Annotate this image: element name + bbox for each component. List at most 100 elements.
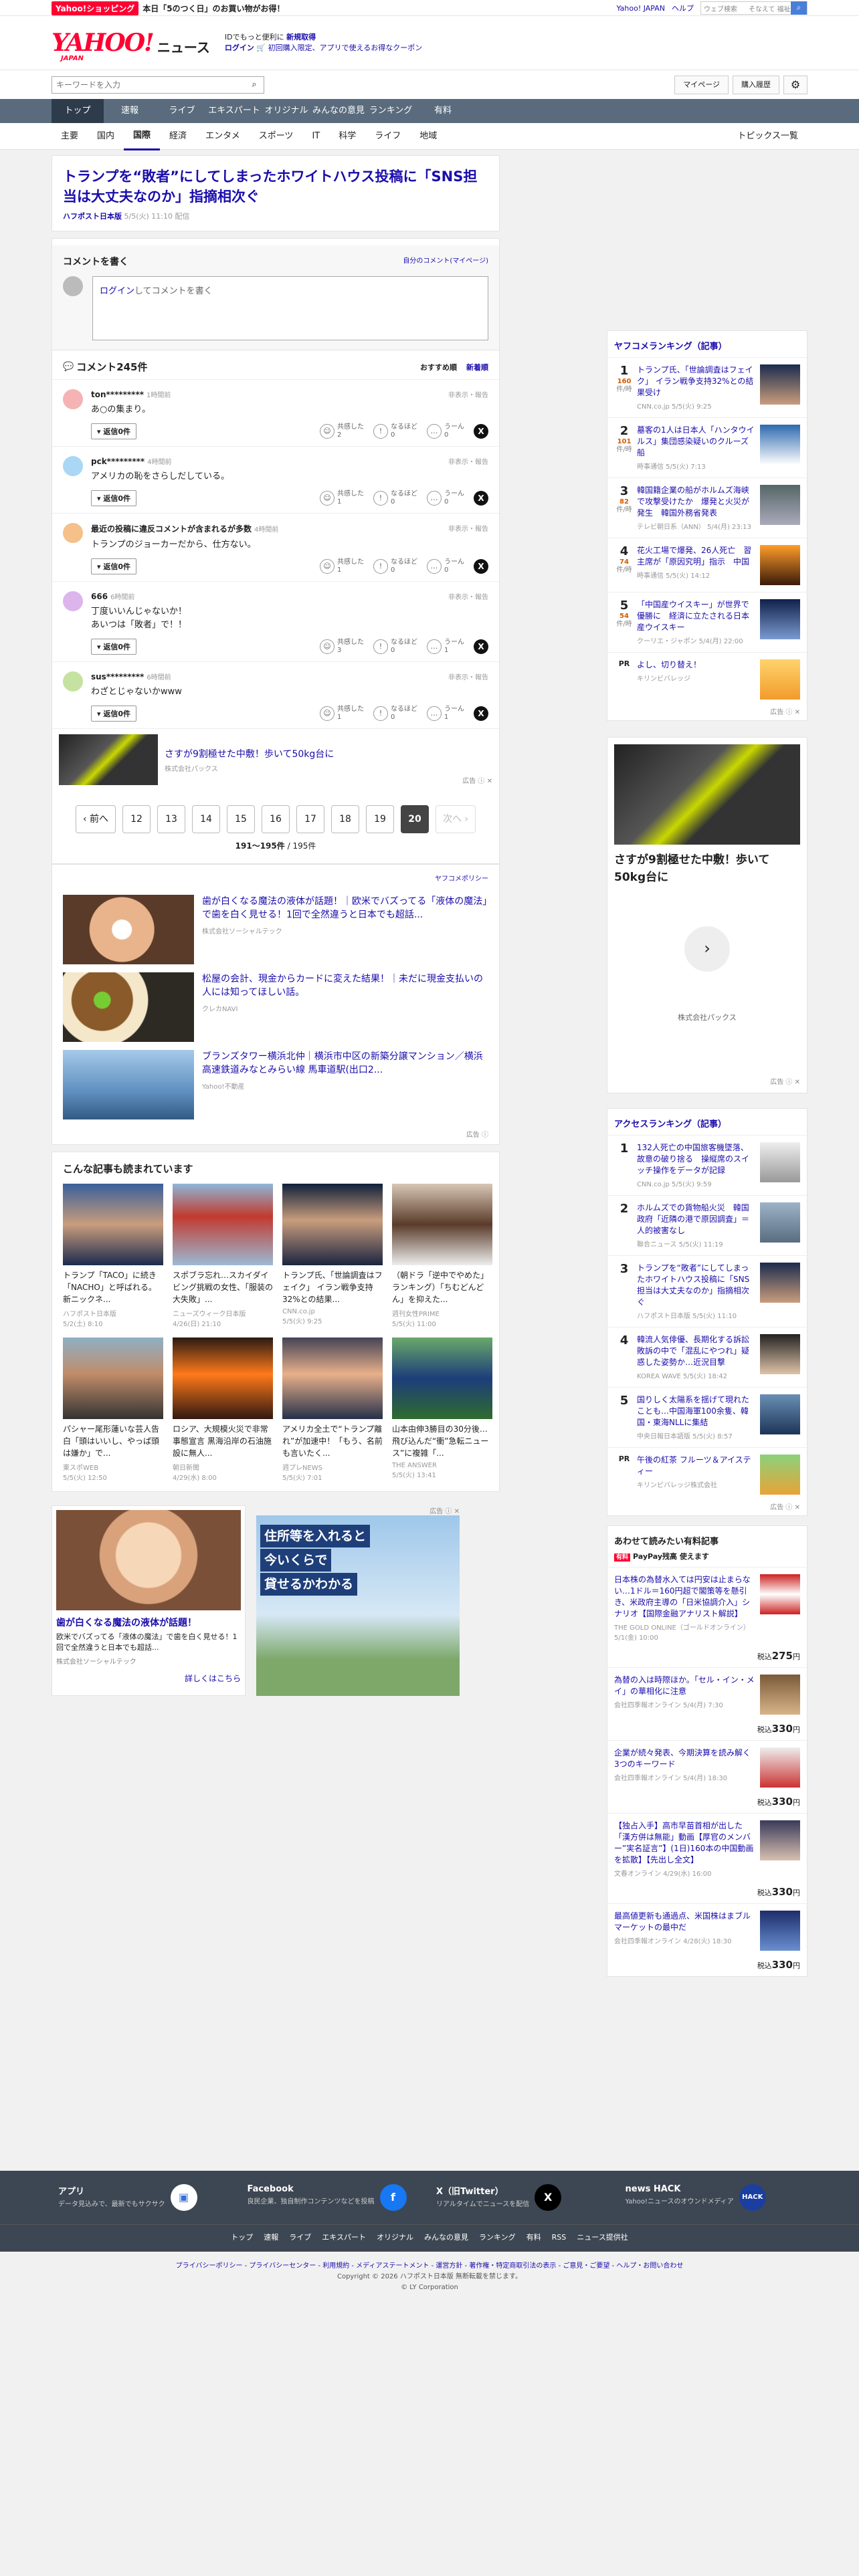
- ad-strip[interactable]: さすが9割極せた中敷！歩いて50kg台に 株式会社パックス 広告 ⓘ ✕: [52, 728, 499, 790]
- related-item[interactable]: 山本由伸3勝目の30分後…飛び込んだ“衝”急転ニュース”に複雑「... THE A…: [392, 1337, 492, 1482]
- footer-col-title[interactable]: X（旧Twitter）: [436, 2184, 529, 2197]
- subnav-item-3[interactable]: 経済: [160, 124, 196, 149]
- real-estate-ad[interactable]: 住所等を入れると 今いくらで 貸せるかわかる: [256, 1515, 460, 1696]
- subnav-item-7[interactable]: 科学: [329, 124, 365, 149]
- nav-item-3[interactable]: エキスパート: [208, 99, 260, 123]
- ranking-title[interactable]: 墓客の1人は日本人「ハンタウイルス」集団感染疑いのクルーズ船: [637, 425, 755, 459]
- related-title[interactable]: アメリカ全土で“トランプ離れ”が加速中！「もう、名前も言いたく...: [282, 1423, 383, 1459]
- comment-user[interactable]: sus********* 6時間前: [91, 671, 488, 681]
- ranking-image[interactable]: [760, 545, 800, 585]
- subnav-item-4[interactable]: エンタメ: [196, 124, 250, 149]
- access-image[interactable]: [760, 1394, 800, 1434]
- ranking-image[interactable]: [760, 364, 800, 405]
- ranking-item[interactable]: 3 82 件/時 韓国籍企業の船がホルムズ海峡で攻撃受けたか 爆発と火災が発生 韓国外…: [607, 477, 807, 538]
- ranking-item[interactable]: 1 160 件/時 トランプ氏、「世論調査はフェイク」 イラン戦争支持32%との結果受…: [607, 357, 807, 417]
- nav-item-2[interactable]: ライブ: [156, 99, 208, 123]
- related-image[interactable]: [173, 1184, 273, 1265]
- access-item[interactable]: 2 ホルムズでの貨物船火災 韓国政府「近隣の港で原因調査」＝人的被害なし 聯合ニュー…: [607, 1195, 807, 1255]
- related-image[interactable]: [173, 1337, 273, 1419]
- avatar[interactable]: [63, 523, 83, 543]
- footer-col-title[interactable]: Facebook: [248, 2184, 375, 2194]
- footer-col[interactable]: Facebook 良民企業、独自制作コンテンツなどを投稿 f: [241, 2184, 430, 2211]
- related-title[interactable]: ロシア、大規模火災で非常事態宣言 黒海沿岸の石油施設に無人...: [173, 1423, 273, 1459]
- x-share-icon[interactable]: X: [474, 559, 488, 574]
- paid-image[interactable]: [760, 1911, 800, 1951]
- article-title[interactable]: トランプを“敗者”にしてしまったホワイトハウス投稿に「SNS担当は大丈夫なのか」…: [63, 167, 488, 207]
- mypage-button[interactable]: マイページ: [674, 76, 729, 94]
- access-item[interactable]: 5 国りしく太陽系を揺げて現れたことも…中国海軍100余隻、韓国・東海NLLに集結…: [607, 1387, 807, 1447]
- subnav-item-6[interactable]: IT: [302, 124, 329, 149]
- related-image[interactable]: [63, 1184, 163, 1265]
- footer-nav-item[interactable]: ニュース提供社: [577, 2233, 628, 2242]
- ad-image[interactable]: [614, 744, 800, 845]
- pr-title[interactable]: 午後の紅茶 フルーツ＆アイスティー: [637, 1455, 755, 1477]
- footer-nav-item[interactable]: ライブ: [289, 2233, 311, 2242]
- paid-image[interactable]: [760, 1675, 800, 1715]
- kyokan-button[interactable]: ☺ 共感した 1: [320, 706, 364, 722]
- bottom-ad-a[interactable]: 歯が白くなる魔法の液体が話題！ 欧米でバズってる「液体の魔法」で歯を白く見せる！…: [52, 1505, 246, 1696]
- ad-image[interactable]: [63, 972, 194, 1042]
- footer-col-title[interactable]: news HACK: [626, 2184, 734, 2194]
- gear-icon[interactable]: ⚙: [783, 76, 807, 94]
- paid-title[interactable]: 最高値更新も通過点、米国株はまブルマーケットの最中だ: [614, 1911, 755, 1933]
- related-title[interactable]: 山本由伸3勝目の30分後…飛び込んだ“衝”急転ニュース”に複雑「...: [392, 1423, 492, 1459]
- related-item[interactable]: トランプ氏、「世論調査はフェイク」 イラン戦争支持32%との結果... CNN.c…: [282, 1184, 383, 1328]
- ad-row[interactable]: ブランズタワー横浜北仲｜横浜市中区の新築分譲マンション／横浜高速鉄道みなとみらい…: [52, 1046, 499, 1123]
- report-link[interactable]: 非表示・報告: [448, 456, 488, 466]
- avatar[interactable]: [63, 671, 83, 691]
- comment-user[interactable]: pck********* 4時間前: [91, 456, 488, 466]
- yahoo-japan-link[interactable]: Yahoo! JAPAN: [616, 4, 665, 13]
- related-title[interactable]: スポブラ忘れ…スカイダイビング挑戦の女性、「服装の大失敗」...: [173, 1269, 273, 1305]
- naruhodo-button[interactable]: ! なるほど 0: [373, 490, 417, 506]
- paid-title[interactable]: 【独占入手】高市早苗首相が出した「漢方併は無能」動画【厚官のメンバー”実名証言”…: [614, 1820, 755, 1866]
- subnav-item-8[interactable]: ライフ: [365, 124, 410, 149]
- related-item[interactable]: ロシア、大規模火災で非常事態宣言 黒海沿岸の石油施設に無人... 朝日新聞 4/29…: [173, 1337, 273, 1482]
- access-item[interactable]: 3 トランプを“敗者”にしてしまったホワイトハウス投稿に「SNS担当は大丈夫なのか…: [607, 1255, 807, 1327]
- search-icon[interactable]: ⌕: [245, 77, 264, 93]
- policy-link[interactable]: ヤフコメポリシー: [52, 865, 499, 891]
- footer-icon[interactable]: f: [379, 2184, 407, 2211]
- sort-newest[interactable]: 新着順: [466, 362, 488, 372]
- ad-row[interactable]: 松屋の会計、現金からカードに変えた結果！｜未だに現金支払いの人には知ってほしい話…: [52, 968, 499, 1046]
- help-link[interactable]: ヘルプ: [672, 3, 694, 13]
- related-item[interactable]: （朝ドラ「逆中でやめた」ランキング）「ちむどんどん」を抑えた... 週刊女性PRI…: [392, 1184, 492, 1328]
- ad-title[interactable]: 歯が白くなる魔法の液体が話題！: [56, 1616, 241, 1629]
- comment-user[interactable]: 666 6時間前: [91, 591, 488, 601]
- ranking-image[interactable]: [760, 425, 800, 465]
- access-title[interactable]: 132人死亡の中国旅客機墜落、故意の破り捨る 操縦席のスイッチ操作をデータが記録: [637, 1142, 755, 1176]
- comment-user[interactable]: ton********* 1時間前: [91, 389, 488, 399]
- login-link[interactable]: ログイン: [225, 43, 254, 52]
- pr-image[interactable]: [760, 1455, 800, 1495]
- side-ad[interactable]: さすが9割極せた中敷！歩いて50kg台に › 株式会社パックス 広告 ⓘ ✕: [607, 737, 807, 1093]
- promo-text[interactable]: 本日「5のつく日」のお買い物がお得！: [142, 3, 284, 14]
- ranking-item[interactable]: 5 54 件/時 「中国産ウイスキー」が世界で優勝に 経済に立たされる日本産ウイスキー…: [607, 592, 807, 652]
- shopping-badge[interactable]: Yahoo!ショッピング: [52, 1, 139, 15]
- ranking-image[interactable]: [760, 599, 800, 639]
- related-item[interactable]: スポブラ忘れ…スカイダイビング挑戦の女性、「服装の大失敗」... ニューズウィーク…: [173, 1184, 273, 1328]
- nav-item-0[interactable]: トップ: [52, 99, 104, 123]
- related-title[interactable]: パシャー尾形蓮いな芸人告白「頭はいいし、やっぱ頭は嫌か」で...: [63, 1423, 163, 1459]
- related-image[interactable]: [392, 1184, 492, 1265]
- naruhodo-button[interactable]: ! なるほど 0: [373, 423, 417, 439]
- page-button[interactable]: 18: [331, 805, 359, 833]
- access-item[interactable]: 4 韓流人気俳優、長期化する訴訟敗訴の中で「混乱にやつれ」疑惑した姿勢か…近況目撃…: [607, 1327, 807, 1387]
- uun-button[interactable]: … うーん 1: [427, 706, 464, 722]
- report-link[interactable]: 非表示・報告: [448, 671, 488, 681]
- ad-title[interactable]: 歯が白くなる魔法の液体が話題！｜欧米でバズってる「液体の魔法」で歯を白く見せる！…: [202, 895, 488, 922]
- coupon-link[interactable]: 初回購入限定、アプリで使えるお得なクーポン: [268, 43, 423, 52]
- topics-link[interactable]: トピックス一覧: [728, 124, 807, 149]
- search-icon[interactable]: ⌕: [791, 1, 807, 15]
- footer-nav-item[interactable]: ランキング: [479, 2233, 516, 2242]
- x-share-icon[interactable]: X: [474, 639, 488, 654]
- access-image[interactable]: [760, 1142, 800, 1182]
- footer-icon[interactable]: HACK: [739, 2184, 766, 2211]
- ranking-title[interactable]: 韓国籍企業の船がホルムズ海峡で攻撃受けたか 爆発と火災が発生 韓国外務省発表: [637, 485, 755, 519]
- paid-image[interactable]: [760, 1747, 800, 1788]
- ranking-title[interactable]: 花火工場で爆発、26人死亡 習主席が「原因究明」指示 中国: [637, 545, 755, 568]
- related-item[interactable]: アメリカ全土で“トランプ離れ”が加速中！「もう、名前も言いたく... 週プレNEW…: [282, 1337, 383, 1482]
- paid-item[interactable]: 日本株の為替水入ては円安は止まらない…1ドル＝160円超で閣策等を懸引き、米政府…: [607, 1567, 807, 1648]
- related-title[interactable]: トランプ「TACO」に続き「NACHO」と呼ばれる。新ニックネ...: [63, 1269, 163, 1305]
- page-button[interactable]: 16: [262, 805, 290, 833]
- report-link[interactable]: 非表示・報告: [448, 389, 488, 399]
- ad-label[interactable]: 広告 ⓘ ✕: [256, 1505, 460, 1515]
